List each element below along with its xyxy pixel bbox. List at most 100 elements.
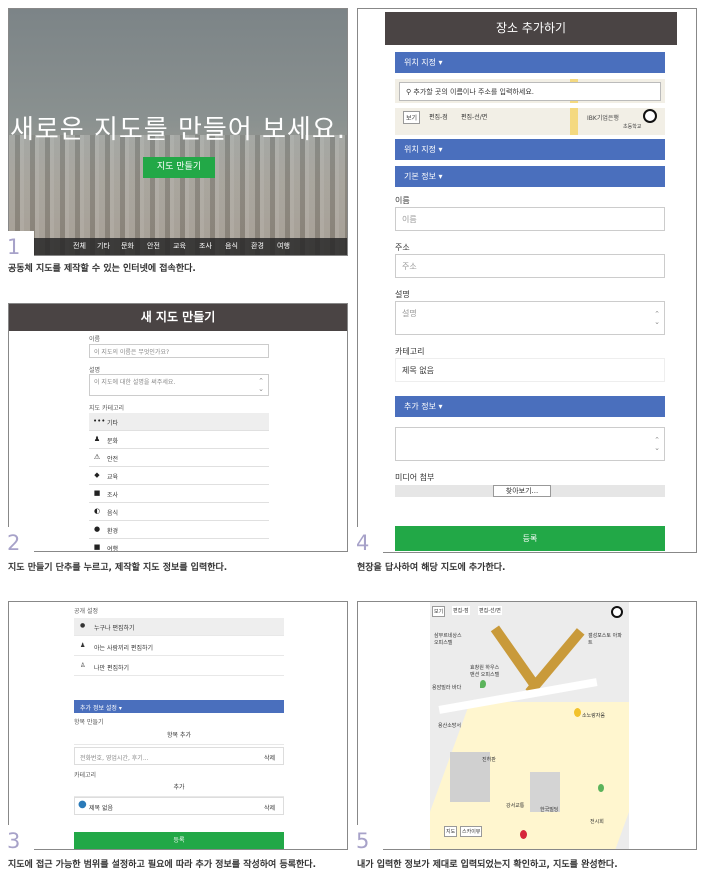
place-search-input[interactable]: ⚲ 추가할 곳의 이름이나 주소를 입력하세요. [399,82,661,101]
category-label: 여행 [107,546,119,552]
mini-map[interactable]: ⚲ 추가할 곳의 이름이나 주소를 입력하세요. 보기 편집-점 편집-선/면 … [395,79,665,135]
step-number: 5 [356,829,370,853]
nav-item[interactable]: 환경 [251,241,264,251]
category-label: 환경 [107,528,119,535]
map-pin-icon[interactable] [480,680,486,688]
map-label: 전시회 [590,819,604,825]
category-item[interactable]: ◆ 교육 [89,467,269,485]
category-item[interactable]: ■ 여행 [89,539,269,552]
category-item[interactable]: ♟ 문화 [89,431,269,449]
dots-icon: ••• [93,417,106,425]
category-item[interactable]: ■ 조사 [89,485,269,503]
map-label: 강서교통 [506,803,525,809]
submit-button[interactable]: 등록 [74,832,284,849]
place-name-input[interactable]: 이름 [395,207,665,231]
location-toggle[interactable]: 위치 지정 ▾ [395,139,665,160]
map-tab-view[interactable]: 보기 [403,111,421,124]
category-select[interactable]: 제목 없음 [395,358,665,382]
step-number: 2 [7,531,21,555]
group-icon: ♟ [80,642,86,649]
extra-info-toggle[interactable]: 추가 정보 ▾ [395,396,665,417]
map-name-input[interactable]: 이 지도의 이름은 무엇인가요? [89,344,269,358]
map-label: 진허판 [482,757,496,763]
map-type-button[interactable]: 지도 [444,826,458,837]
nav-item[interactable]: 교육 [173,241,186,251]
category-label: 카테고리 [395,347,425,356]
map-label: 소노랑자움 [582,713,606,719]
compass-icon[interactable] [643,109,657,123]
step-caption: 지도 만들기 단추를 누르고, 제작할 지도 정보를 입력한다. [8,563,228,573]
item-label: 항목 만들기 [74,719,104,726]
address-label: 주소 [395,243,410,252]
category-label: 조사 [107,492,119,499]
nav-item[interactable]: 여행 [277,241,290,251]
submit-button[interactable]: 등록 [395,526,665,551]
spinner-icon: ⌃ ⌄ [654,310,660,326]
category-navbar: 전체 기타 문화 안전 교육 조사 음식 환경 여행 [9,238,347,255]
category-label: 문화 [107,438,119,445]
option-only-me[interactable]: ♙ 나만 편집하기 [74,658,284,676]
satellite-button[interactable]: 스카이뷰 [460,826,483,837]
media-label: 미디어 첨부 [395,473,435,482]
browse-button[interactable]: 찾아보기... [493,485,551,497]
map-poi: 초등학교 [623,124,642,130]
item-input-row[interactable]: 전화번호, 영업시간, 후기... 삭제 [74,747,284,765]
map-desc-textarea[interactable]: 이 지도에 대한 설명을 써주세요. ⌃ ⌄ [89,374,269,396]
extra-textarea[interactable]: ⌃ ⌄ [395,427,665,461]
address-input[interactable]: 주소 [395,254,665,278]
search-icon: ⚲ [406,88,412,96]
desc-placeholder: 설명 [402,309,417,318]
nav-item[interactable]: 전체 [73,241,86,251]
category-label: 음식 [107,510,119,517]
create-map-button[interactable]: 지도 만들기 [143,157,215,178]
category-item[interactable]: ⚠ 안전 [89,449,269,467]
step-number: 4 [356,531,370,555]
nav-item[interactable]: 기타 [97,241,110,251]
add-category-button[interactable]: 추가 [74,779,284,797]
city-background-image [9,135,347,255]
map-label: 효창원 하우스 맨션 오피스텔 [470,665,500,678]
selected-pin-icon[interactable] [520,830,527,839]
nav-item[interactable]: 조사 [199,241,212,251]
category-item[interactable]: ••• 기타 [89,413,269,431]
map-pin-icon[interactable] [574,708,581,717]
map-label: 갤성포스토 아파트 [588,633,622,646]
delete-button[interactable]: 삭제 [264,753,275,762]
option-label: 나만 편집하기 [94,665,130,672]
map-pin-icon[interactable] [598,784,604,792]
option-label: 아는 사람끼리 편집하기 [94,645,154,652]
add-item-button[interactable]: 항목 추가 [74,727,284,745]
step-caption: 현장을 답사하여 해당 지도에 추가한다. [357,563,506,573]
map-tab-view[interactable]: 보기 [432,606,446,617]
nav-item[interactable]: 문화 [121,241,134,251]
nav-item[interactable]: 안전 [147,241,160,251]
map-pin-icon: ● [78,799,87,810]
map-tab-edit-line[interactable]: 편집-선/면 [459,111,489,122]
location-toggle[interactable]: 위치 지정 ▾ [395,52,665,73]
nav-item[interactable]: 음식 [225,241,238,251]
map-tab-edit-point[interactable]: 편집-점 [427,111,450,122]
compass-icon[interactable] [611,606,623,618]
category-row[interactable]: ● 제목 없음 삭제 [74,797,284,815]
map-view[interactable]: 보기 편집-점 편집-선/면 삼부르네상스 오피스텔 효창원 하우스 맨션 오피… [430,602,629,849]
panel-header: 새 지도 만들기 [9,304,347,331]
desc-textarea[interactable]: 설명 ⌃ ⌄ [395,301,665,335]
category-item[interactable]: ● 환경 [89,521,269,539]
name-label: 이름 [395,196,410,205]
item-input[interactable]: 전화번호, 영업시간, 후기... [80,753,149,762]
globe-icon: ● [80,622,86,629]
subway-line [490,625,540,689]
name-label: 이름 [89,336,101,343]
panel-header: 장소 추가하기 [385,12,677,45]
basic-info-toggle[interactable]: 기본 정보 ▾ [395,166,665,187]
spinner-icon: ⌃ ⌄ [654,436,660,452]
extra-info-toggle[interactable]: 추가 정보 설정 ▾ [74,700,284,713]
desc-label: 설명 [395,290,410,299]
map-tab-edit-point[interactable]: 편집-점 [452,606,470,615]
food-icon: ◐ [93,507,101,515]
option-friends[interactable]: ♟ 아는 사람끼리 편집하기 [74,638,284,656]
delete-button[interactable]: 삭제 [264,803,275,812]
category-item[interactable]: ◐ 음식 [89,503,269,521]
option-anyone[interactable]: ● 누구나 편집하기 [74,618,284,636]
map-tab-edit-line[interactable]: 편집-선/면 [478,606,502,615]
